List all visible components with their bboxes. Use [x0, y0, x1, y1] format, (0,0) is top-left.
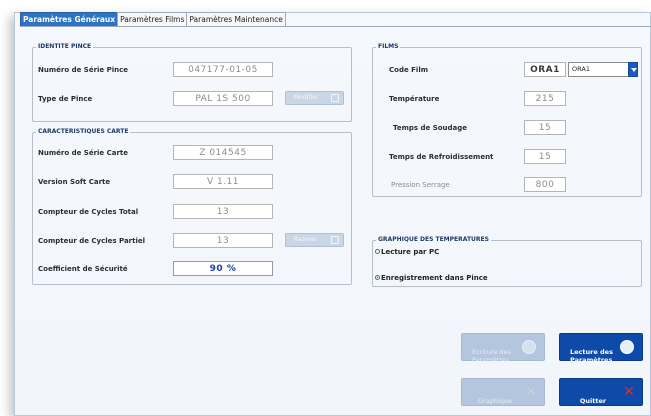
label-temperature: Température — [389, 95, 440, 103]
edit-icon — [331, 94, 339, 102]
group-title-identite: IDENTITE PINCE — [36, 42, 94, 52]
close-icon: ✕ — [623, 384, 635, 400]
radio-lecture-pc[interactable]: Lecture par PC — [375, 247, 439, 257]
field-version-soft: V 1.11 — [173, 174, 273, 189]
ecriture-parametres-label: Ecriture des Paramètres — [472, 348, 511, 364]
group-graphique-temperatures: GRAPHIQUE DES TEMPERATURES Lecture par P… — [372, 235, 642, 287]
chevron-down-icon[interactable] — [628, 62, 638, 77]
label-type-pince: Type de Pince — [38, 95, 93, 103]
radio-enregistrement-pince[interactable]: Enregistrement dans Pince — [375, 273, 488, 283]
reset-icon — [331, 236, 339, 244]
group-title-carte: CARACTERISTIQUES CARTE — [36, 127, 131, 137]
quitter-button[interactable]: Quitter ✕ — [559, 378, 643, 406]
radio-enregistrement-pince-label: Enregistrement dans Pince — [381, 274, 488, 282]
graph-icon: ✕ — [525, 384, 537, 400]
field-code-film: ORA1 — [524, 62, 566, 77]
field-compteur-total: 13 — [173, 204, 273, 219]
label-coefficient-securite: Coefficient de Sécurité — [38, 265, 128, 273]
label-serie-pince: Numéro de Série Pince — [38, 66, 129, 74]
group-identite-pince: IDENTITE PINCE Numéro de Série Pince 047… — [32, 42, 352, 122]
razerer-button[interactable]: Razerer — [285, 233, 344, 247]
label-pression-serrage: Pression Serrage — [391, 181, 450, 189]
field-coefficient-securite: 90 % — [173, 261, 273, 276]
label-compteur-partiel: Compteur de Cycles Partiel — [38, 237, 146, 245]
graphique-label: Graphique — [478, 397, 512, 405]
tab-parametres-films[interactable]: Paramètres Films — [117, 12, 188, 26]
radio-lecture-pc-label: Lecture par PC — [381, 248, 440, 256]
field-compteur-partiel: 13 — [173, 233, 273, 248]
field-temps-soudage: 15 — [524, 120, 566, 135]
group-caracteristiques-carte: CARACTERISTIQUES CARTE Numéro de Série C… — [32, 127, 352, 285]
write-icon — [522, 340, 536, 354]
ecriture-parametres-button[interactable]: Ecriture des Paramètres — [461, 333, 545, 364]
field-type-pince: PAL 1S 500 — [173, 91, 273, 106]
label-compteur-total: Compteur de Cycles Total — [38, 208, 139, 216]
razerer-label: Razerer — [294, 236, 318, 243]
code-film-select-value: ORA1 — [572, 65, 590, 73]
tab-bar: Paramètres Généraux Paramètres Films Par… — [20, 12, 286, 26]
tab-parametres-generaux[interactable]: Paramètres Généraux — [20, 12, 119, 26]
lecture-parametres-button[interactable]: Lecture des Paramètres — [559, 333, 643, 364]
field-serie-carte: Z 014545 — [173, 145, 273, 160]
label-temps-refroidissement: Temps de Refroidissement — [389, 153, 494, 161]
radio-button-selected-icon[interactable] — [375, 275, 380, 280]
radio-button-icon[interactable] — [375, 249, 380, 254]
modifier-label: Modifier — [294, 94, 319, 101]
group-films: FILMS Code Film ORA1 ORA1 Température 21… — [372, 42, 642, 197]
tab-parametres-maintenance[interactable]: Paramètres Maintenance — [186, 12, 286, 26]
field-temps-refroidissement: 15 — [524, 149, 566, 164]
label-version-soft: Version Soft Carte — [38, 178, 111, 186]
group-title-films: FILMS — [376, 42, 401, 52]
modifier-button[interactable]: Modifier — [285, 91, 344, 105]
label-code-film: Code Film — [389, 66, 429, 74]
quitter-label: Quitter — [579, 397, 607, 405]
label-temps-soudage: Temps de Soudage — [393, 124, 468, 132]
tab-panel-border — [20, 26, 651, 27]
read-icon — [620, 340, 634, 354]
graphique-button[interactable]: Graphique ✕ — [461, 378, 545, 406]
label-serie-carte: Numéro de Série Carte — [38, 149, 129, 157]
field-serie-pince: 047177-01-05 — [173, 62, 273, 77]
lecture-parametres-label: Lecture des Paramètres — [570, 348, 613, 364]
field-pression-serrage: 800 — [524, 177, 566, 192]
group-title-graphique: GRAPHIQUE DES TEMPERATURES — [376, 235, 491, 245]
field-temperature: 215 — [524, 91, 566, 106]
code-film-select[interactable]: ORA1 — [568, 62, 638, 77]
